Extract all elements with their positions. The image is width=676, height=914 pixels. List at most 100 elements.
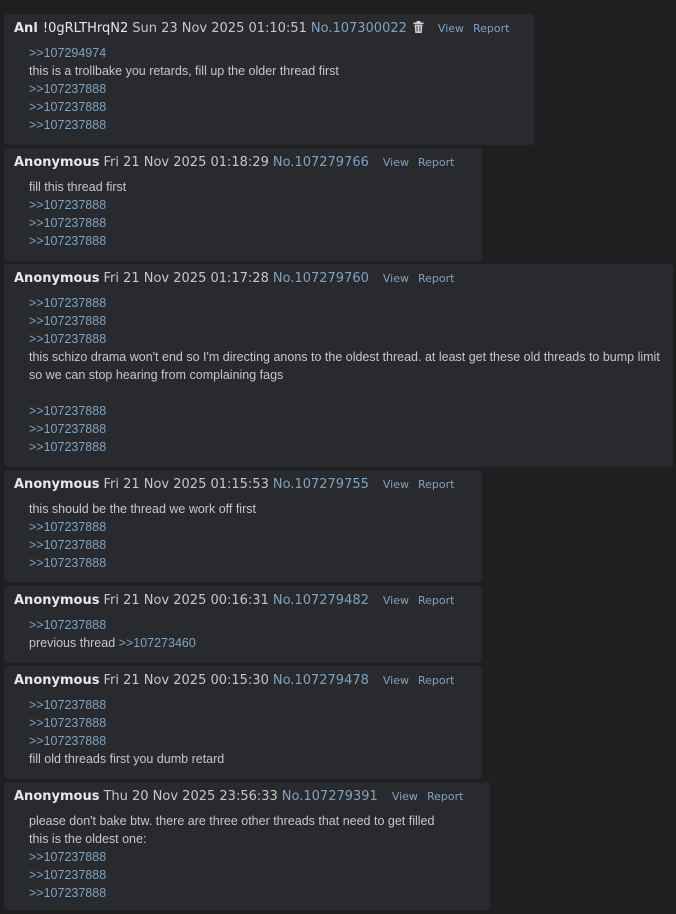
quote-link[interactable]: >>107237888 xyxy=(29,868,106,882)
post-date: Sun 23 Nov 2025 01:10:51 xyxy=(132,21,307,36)
poster-name: Anonymous xyxy=(14,155,100,170)
quote-link[interactable]: >>107237888 xyxy=(29,198,106,212)
message-line: >>107237888 xyxy=(29,884,434,902)
post-message: please don't bake btw. there are three o… xyxy=(29,812,434,902)
post-number-link[interactable]: No.107279391 xyxy=(282,789,378,804)
message-line: >>107237888 xyxy=(29,312,661,330)
post-message: >>107294974 this is a trollbake you retar… xyxy=(29,44,339,134)
quote-link[interactable]: >>107237888 xyxy=(29,234,106,248)
report-button[interactable]: Report xyxy=(418,272,454,285)
message-line: this is a trollbake you retards, fill up… xyxy=(29,62,339,80)
post: Anonymous Fri 21 Nov 2025 01:15:53 No.1072… xyxy=(4,470,482,582)
post-number-link[interactable]: No.107279766 xyxy=(273,155,369,170)
report-button[interactable]: Report xyxy=(418,156,454,169)
message-line: fill this thread first xyxy=(29,178,126,196)
post-date: Fri 21 Nov 2025 00:16:31 xyxy=(103,593,269,608)
message-text: this schizo drama won't end so I'm direc… xyxy=(29,350,660,382)
report-button[interactable]: Report xyxy=(418,674,454,687)
post: Anonymous Thu 20 Nov 2025 23:56:33 No.1072… xyxy=(4,782,490,910)
message-text: this is a trollbake you retards, fill up… xyxy=(29,64,339,78)
post-number-link[interactable]: No.107300022 xyxy=(311,21,407,36)
view-button[interactable]: View xyxy=(392,790,418,803)
quote-link[interactable]: >>107237888 xyxy=(29,538,106,552)
view-button[interactable]: View xyxy=(383,674,409,687)
trash-icon[interactable] xyxy=(413,21,424,33)
message-line: >>107237888 xyxy=(29,438,661,456)
message-line: fill old threads first you dumb retard xyxy=(29,750,224,768)
post-header: Anonymous Fri 21 Nov 2025 00:15:30 No.1072… xyxy=(14,672,454,690)
post-message: >>107237888 >>107237888 >>107237888 this sc… xyxy=(29,294,661,456)
report-button[interactable]: Report xyxy=(473,22,509,35)
report-button[interactable]: Report xyxy=(418,594,454,607)
message-text: fill this thread first xyxy=(29,180,127,194)
thread-post-list: Anl !0gRLTHrqN2 Sun 23 Nov 2025 01:10:51 N… xyxy=(0,0,676,914)
post-number-link[interactable]: No.107279482 xyxy=(273,593,369,608)
message-line: >>107294974 xyxy=(29,44,339,62)
message-line: >>107237888 xyxy=(29,294,661,312)
quote-link[interactable]: >>107237888 xyxy=(29,618,106,632)
post-header: Anonymous Fri 21 Nov 2025 01:18:29 No.1072… xyxy=(14,154,454,172)
message-text: this is the oldest one: xyxy=(29,832,147,846)
post-header: Anl !0gRLTHrqN2 Sun 23 Nov 2025 01:10:51 N… xyxy=(14,20,509,38)
quote-link[interactable]: >>107237888 xyxy=(29,734,106,748)
post: Anonymous Fri 21 Nov 2025 01:18:29 No.1072… xyxy=(4,148,482,261)
report-button[interactable]: Report xyxy=(427,790,463,803)
poster-name: Anonymous xyxy=(14,477,100,492)
quote-link[interactable]: >>107273460 xyxy=(119,636,196,650)
post-number-link[interactable]: No.107279760 xyxy=(273,271,369,286)
quote-link[interactable]: >>107237888 xyxy=(29,850,106,864)
quote-link[interactable]: >>107237888 xyxy=(29,440,106,454)
message-line: >>107237888 xyxy=(29,214,126,232)
message-line: this should be the thread we work off fi… xyxy=(29,500,256,518)
poster-name: Anl xyxy=(14,21,38,36)
post-header: Anonymous Fri 21 Nov 2025 00:16:31 No.1072… xyxy=(14,592,454,610)
quote-link[interactable]: >>107237888 xyxy=(29,100,106,114)
post-number-link[interactable]: No.107279478 xyxy=(273,673,369,688)
view-button[interactable]: View xyxy=(438,22,464,35)
poster-name: Anonymous xyxy=(14,593,100,608)
view-button[interactable]: View xyxy=(383,478,409,491)
quote-link[interactable]: >>107237888 xyxy=(29,216,106,230)
quote-link[interactable]: >>107237888 xyxy=(29,314,106,328)
quote-link[interactable]: >>107237888 xyxy=(29,698,106,712)
message-line: >>107237888 xyxy=(29,536,256,554)
quote-link[interactable]: >>107237888 xyxy=(29,296,106,310)
poster-name: Anonymous xyxy=(14,789,100,804)
quote-link[interactable]: >>107237888 xyxy=(29,332,106,346)
post-date: Fri 21 Nov 2025 00:15:30 xyxy=(103,673,269,688)
message-line: >>107237888 xyxy=(29,420,661,438)
message-line: previous thread >>107273460 xyxy=(29,634,196,652)
message-line: >>107237888 xyxy=(29,116,339,134)
view-button[interactable]: View xyxy=(383,272,409,285)
quote-link[interactable]: >>107237888 xyxy=(29,422,106,436)
quote-link[interactable]: >>107294974 xyxy=(29,46,106,60)
tripcode: !0gRLTHrqN2 xyxy=(38,21,129,36)
view-button[interactable]: View xyxy=(383,594,409,607)
quote-link[interactable]: >>107237888 xyxy=(29,716,106,730)
message-line: >>107237888 xyxy=(29,554,256,572)
post-message: >>107237888 >>107237888 >>107237888 fill ol… xyxy=(29,696,224,768)
quote-link[interactable]: >>107237888 xyxy=(29,520,106,534)
message-line: >>107237888 xyxy=(29,696,224,714)
quote-link[interactable]: >>107237888 xyxy=(29,118,106,132)
post-message: >>107237888 previous thread >>107273460 xyxy=(29,616,196,652)
post-number-link[interactable]: No.107279755 xyxy=(273,477,369,492)
post-header: Anonymous Fri 21 Nov 2025 01:17:28 No.1072… xyxy=(14,270,454,288)
quote-link[interactable]: >>107237888 xyxy=(29,886,106,900)
message-line: >>107237888 xyxy=(29,616,196,634)
quote-link[interactable]: >>107237888 xyxy=(29,404,106,418)
message-line: >>107237888 xyxy=(29,196,126,214)
post-message: this should be the thread we work off fi… xyxy=(29,500,256,572)
message-text: fill old threads first you dumb retard xyxy=(29,752,225,766)
report-button[interactable]: Report xyxy=(418,478,454,491)
poster-name: Anonymous xyxy=(14,673,100,688)
post-header: Anonymous Fri 21 Nov 2025 01:15:53 No.1072… xyxy=(14,476,454,494)
post: Anonymous Fri 21 Nov 2025 00:15:30 No.1072… xyxy=(4,666,482,779)
quote-link[interactable]: >>107237888 xyxy=(29,82,106,96)
message-line: >>107237888 xyxy=(29,866,434,884)
message-line: >>107237888 xyxy=(29,402,661,420)
view-button[interactable]: View xyxy=(383,156,409,169)
message-line: >>107237888 xyxy=(29,232,126,250)
post-date: Fri 21 Nov 2025 01:17:28 xyxy=(103,271,269,286)
quote-link[interactable]: >>107237888 xyxy=(29,556,106,570)
